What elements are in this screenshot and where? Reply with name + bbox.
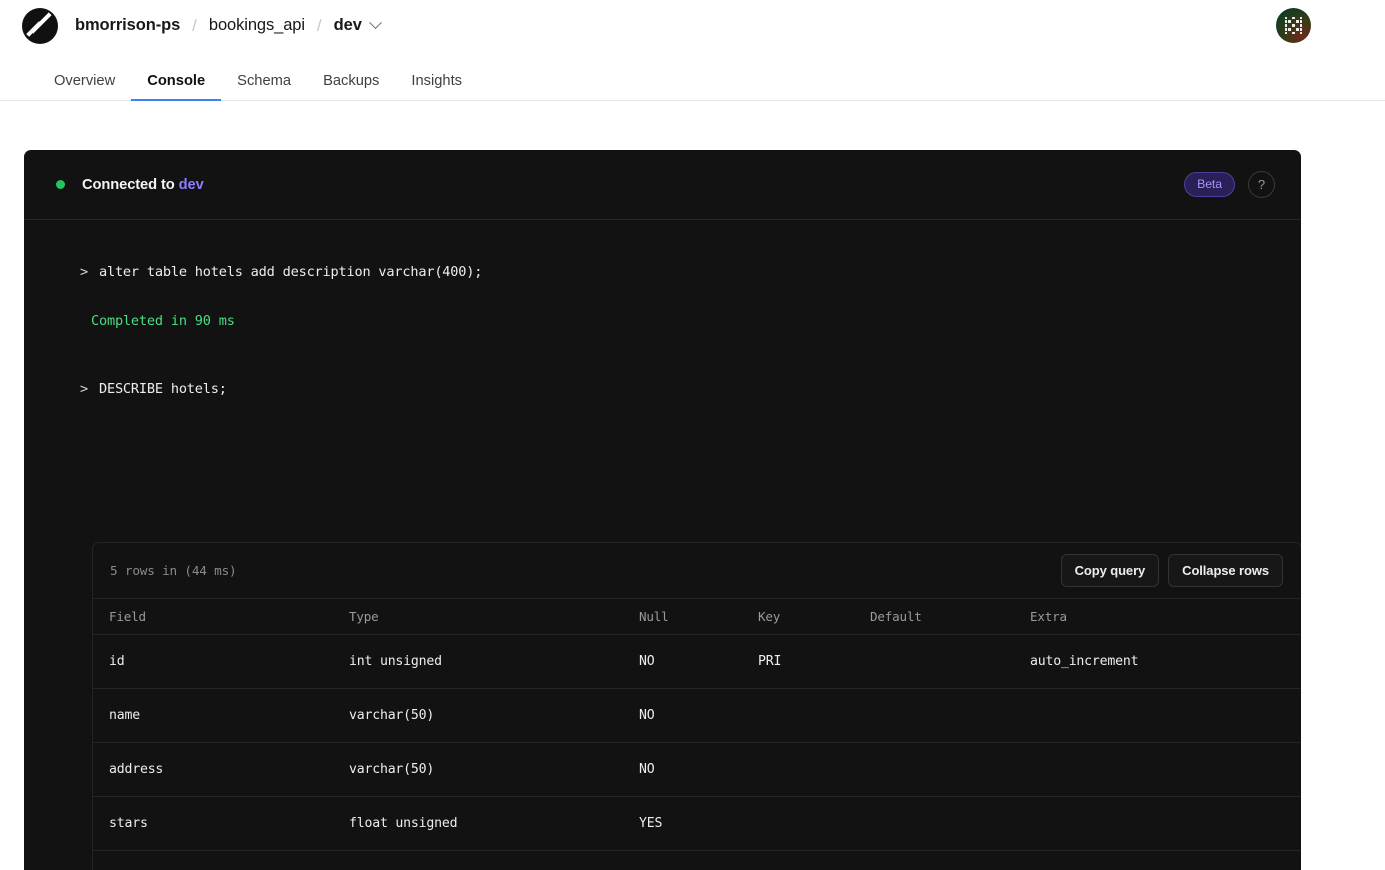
cell-field: address (109, 762, 164, 777)
breadcrumb-branch-selector[interactable]: dev (333, 16, 382, 35)
connection-branch: dev (178, 176, 204, 193)
results-buttons: Copy query Collapse rows (1060, 554, 1283, 587)
prompt-chevron-icon: > (80, 264, 88, 280)
user-avatar[interactable] (1276, 8, 1311, 43)
cell-extra: auto_increment (1030, 654, 1139, 669)
cell-field: stars (109, 816, 148, 831)
breadcrumb-database[interactable]: bookings_api (209, 16, 305, 35)
query-results-table: 5 rows in (44 ms) Copy query Collapse ro… (92, 542, 1301, 870)
tab-overview[interactable]: Overview (38, 73, 131, 100)
console-body: > alter table hotels add description var… (24, 264, 1301, 870)
breadcrumb-org[interactable]: bmorrison-ps (75, 16, 180, 35)
cell-type: float unsigned (349, 816, 458, 831)
prompt-chevron-icon: > (80, 381, 88, 397)
cell-field: id (109, 654, 125, 669)
tab-backups[interactable]: Backups (307, 73, 395, 100)
cell-type: varchar(50) (349, 708, 435, 723)
console-panel: Connected to dev Beta ? > alter table hot… (24, 150, 1301, 870)
planetscale-logo-icon[interactable] (22, 7, 58, 44)
console-header-actions: Beta ? (1184, 171, 1275, 198)
results-grid: Field Type Null Key Default Extra id int… (93, 599, 1301, 870)
avatar-identicon-icon (1284, 16, 1303, 35)
console-result-1: Completed in 90 ms (91, 313, 235, 329)
breadcrumb-separator-1: / (192, 15, 197, 35)
console-entry-2: > DESCRIBE hotels; (24, 381, 1301, 397)
cell-null: NO (639, 708, 655, 723)
tab-console[interactable]: Console (131, 73, 222, 101)
copy-query-button[interactable]: Copy query (1060, 554, 1160, 587)
results-meta: 5 rows in (44 ms) (110, 563, 237, 578)
connection-label: Connected to dev (82, 177, 204, 193)
connection-text: Connected to (82, 176, 175, 193)
tab-insights[interactable]: Insights (395, 73, 478, 100)
column-header-null: Null (639, 609, 669, 624)
collapse-rows-button[interactable]: Collapse rows (1168, 554, 1283, 587)
table-row-description[interactable]: description varchar(400) YES (93, 850, 1301, 870)
main-tabs: Overview Console Schema Backups Insights (0, 51, 1385, 101)
chevron-down-icon (368, 16, 382, 30)
console-header: Connected to dev Beta ? (24, 150, 1301, 220)
cell-null: NO (639, 762, 655, 777)
table-row[interactable]: name varchar(50) NO (93, 688, 1301, 742)
table-header-row: Field Type Null Key Default Extra (93, 599, 1301, 634)
table-row[interactable]: stars float unsigned YES (93, 796, 1301, 850)
table-row[interactable]: address varchar(50) NO (93, 742, 1301, 796)
table-row[interactable]: id int unsigned NO PRI auto_increment (93, 634, 1301, 688)
breadcrumb-separator-2: / (316, 15, 322, 35)
cell-type: int unsigned (349, 654, 442, 669)
console-query-1[interactable]: alter table hotels add description varch… (99, 264, 482, 280)
column-header-type: Type (349, 609, 379, 624)
cell-null: YES (639, 816, 663, 831)
cell-field: name (109, 708, 140, 723)
top-bar: bmorrison-ps / bookings_api / dev (0, 0, 1385, 51)
console-entry-1: > alter table hotels add description var… (24, 264, 1301, 280)
column-header-field: Field (109, 609, 146, 624)
results-toolbar: 5 rows in (44 ms) Copy query Collapse ro… (93, 543, 1301, 599)
beta-badge: Beta (1184, 172, 1235, 197)
cell-type: varchar(50) (349, 762, 435, 777)
cell-null: NO (639, 654, 655, 669)
help-icon[interactable]: ? (1248, 171, 1275, 198)
cell-key: PRI (758, 654, 782, 669)
column-header-extra: Extra (1030, 609, 1067, 624)
connection-status-icon (56, 180, 65, 189)
column-header-key: Key (758, 609, 781, 624)
breadcrumb-branch-label: dev (333, 16, 362, 34)
console-query-2[interactable]: DESCRIBE hotels; (99, 381, 227, 397)
breadcrumb: bmorrison-ps / bookings_api / dev (75, 15, 382, 36)
tab-schema[interactable]: Schema (221, 73, 307, 100)
column-header-default: Default (870, 609, 922, 624)
